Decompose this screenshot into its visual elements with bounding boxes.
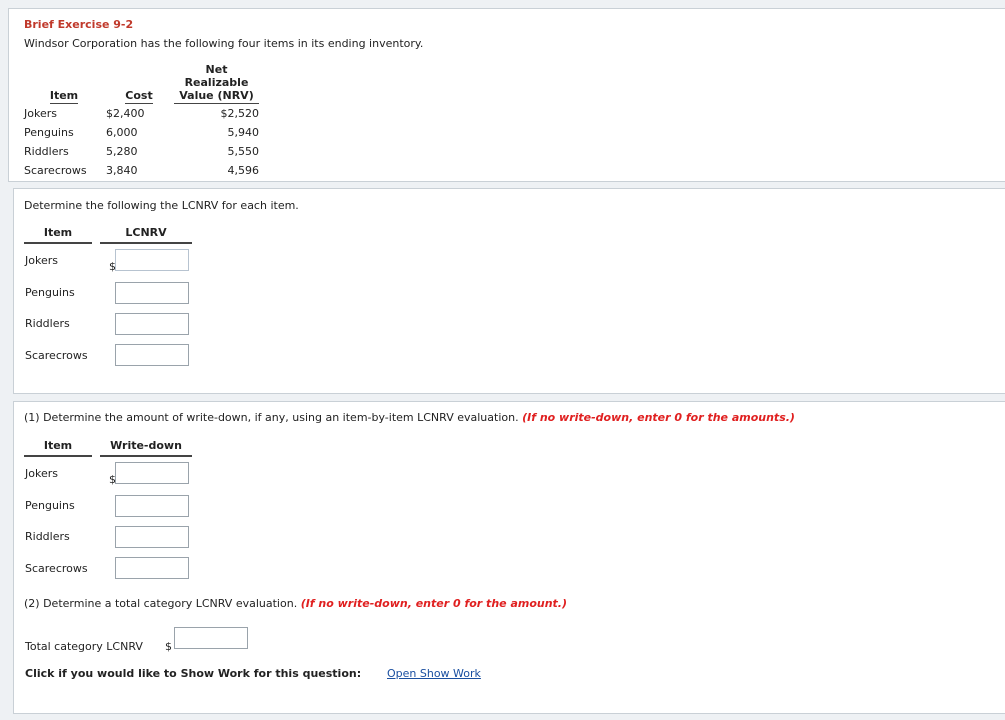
writedown-hint: (If no write-down, enter 0 for the amoun… [522,411,795,424]
writedown-label-jokers: Jokers [25,467,58,480]
lcnrv-input-penguins[interactable] [115,282,189,304]
inventory-header-item: Item [49,89,79,104]
lcnrv-input-riddlers[interactable] [115,313,189,335]
table-row: Jokers $2,400 $2,520 [24,104,259,123]
lcnrv-instruction: Determine the following the LCNRV for ea… [24,199,299,212]
table-row: Scarecrows 3,840 4,596 [24,161,259,180]
category-instruction: (2) Determine a total category LCNRV eva… [24,597,568,610]
category-hint: (If no write-down, enter 0 for the amoun… [300,597,568,610]
exercise-description: Windsor Corporation has the following fo… [24,37,424,50]
show-work-prompt: Click if you would like to Show Work for… [25,667,362,680]
inventory-cost: 3,840 [106,164,138,177]
writedown-header-value: Write-down [100,439,192,457]
inventory-header-nrv: Net Realizable Value (NRV) [174,63,259,104]
lcnrv-label-riddlers: Riddlers [25,317,70,330]
inventory-item: Riddlers [24,145,69,158]
lcnrv-label-scarecrows: Scarecrows [25,349,88,362]
inventory-table: Item Cost Net Realizable Value (NRV) Joke… [24,63,259,180]
writedown-label-penguins: Penguins [25,499,75,512]
lcnrv-label-penguins: Penguins [25,286,75,299]
inventory-cost: 6,000 [106,126,138,139]
total-category-input[interactable] [174,627,248,649]
inventory-nrv: $2,520 [220,107,260,120]
writedown-input-riddlers[interactable] [115,526,189,548]
open-show-work-link[interactable]: Open Show Work [387,667,481,680]
inventory-item: Penguins [24,126,74,139]
inventory-nrv: 5,940 [227,126,260,139]
lcnrv-input-scarecrows[interactable] [115,344,189,366]
inventory-nrv: 4,596 [227,164,260,177]
writedown-instruction: (1) Determine the amount of write-down, … [24,411,795,424]
currency-symbol: $ [165,640,172,653]
writedown-input-penguins[interactable] [115,495,189,517]
writedown-input-jokers[interactable] [115,462,189,484]
writedown-label-scarecrows: Scarecrows [25,562,88,575]
writedown-header-item: Item [24,439,92,457]
writedown-panel: (1) Determine the amount of write-down, … [13,401,1005,714]
writedown-input-scarecrows[interactable] [115,557,189,579]
exercise-title: Brief Exercise 9-2 [24,18,134,31]
lcnrv-header-item: Item [24,226,92,244]
lcnrv-header-value: LCNRV [100,226,192,244]
inventory-cost: 5,280 [106,145,138,158]
inventory-header-cost: Cost [125,89,153,104]
inventory-cost: $2,400 [106,107,145,120]
inventory-item: Jokers [24,107,57,120]
inventory-nrv: 5,550 [227,145,260,158]
table-row: Riddlers 5,280 5,550 [24,142,259,161]
table-row: Penguins 6,000 5,940 [24,123,259,142]
writedown-label-riddlers: Riddlers [25,530,70,543]
lcnrv-label-jokers: Jokers [25,254,58,267]
inventory-item: Scarecrows [24,164,87,177]
problem-panel: Brief Exercise 9-2 Windsor Corporation h… [8,8,1005,182]
lcnrv-panel: Determine the following the LCNRV for ea… [13,188,1005,394]
lcnrv-input-jokers[interactable] [115,249,189,271]
total-category-label: Total category LCNRV [25,640,143,653]
